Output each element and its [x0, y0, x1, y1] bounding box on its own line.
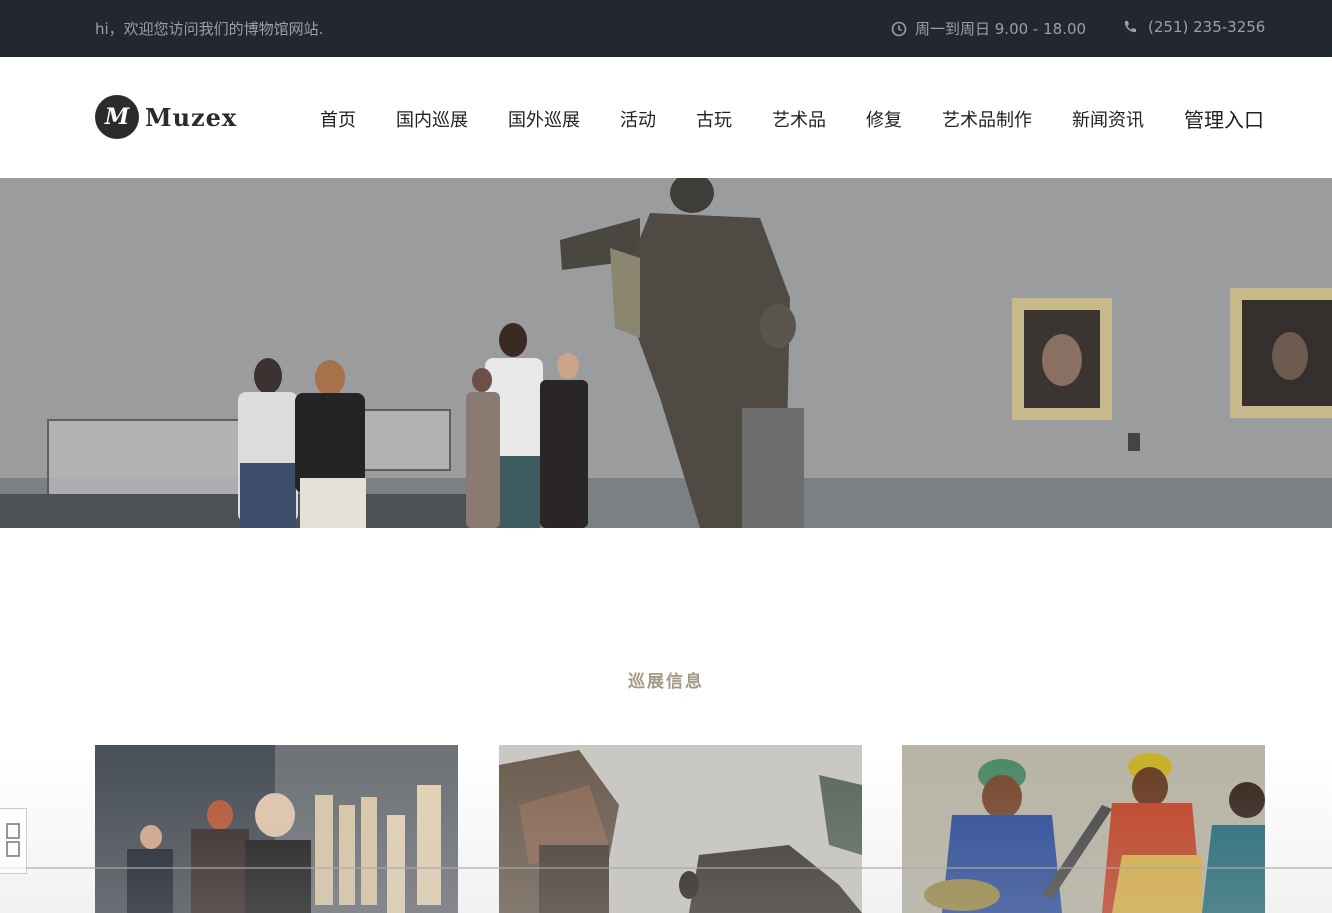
hero-banner	[0, 178, 1332, 528]
exhibition-card-1[interactable]	[95, 745, 458, 913]
nav-item-home[interactable]: 首页	[320, 106, 356, 132]
welcome-text: hi，欢迎您访问我们的博物馆网站.	[95, 20, 324, 38]
exhibition-card-3[interactable]	[902, 745, 1265, 913]
exhibition-card-2[interactable]	[499, 745, 862, 913]
exhibition-card-image	[902, 745, 1265, 913]
phone-number[interactable]: (251) 235-3256	[1148, 18, 1265, 36]
hours-text: 周一到周日 9.00 - 18.00	[915, 20, 1087, 38]
nav-item-news[interactable]: 新闻资讯	[1072, 106, 1144, 132]
top-info-bar: hi，欢迎您访问我们的博物馆网站. 周一到周日 9.00 - 18.00 (25…	[0, 0, 1332, 57]
scroll-line	[0, 867, 1332, 869]
clock-icon	[891, 21, 907, 37]
exhibition-card-image	[95, 745, 458, 913]
nav-item-domestic-tour[interactable]: 国内巡展	[396, 106, 468, 132]
nav-item-artworks[interactable]: 艺术品	[772, 106, 826, 132]
nav-item-art-production[interactable]: 艺术品制作	[942, 106, 1032, 132]
museum-gallery-image	[0, 178, 1332, 528]
opening-hours: 周一到周日 9.00 - 18.00	[891, 18, 1086, 39]
nav-item-admin[interactable]: 管理入口	[1184, 104, 1264, 133]
nav-item-restoration[interactable]: 修复	[866, 106, 902, 132]
main-nav: 首页 国内巡展 国外巡展 活动 古玩 艺术品 修复 艺术品制作 新闻资讯 管理入…	[0, 106, 1332, 132]
side-widget-icon	[4, 820, 22, 863]
exhibition-card-image	[499, 745, 862, 913]
section-title: 巡展信息	[628, 672, 704, 692]
phone-icon	[1122, 19, 1138, 35]
nav-item-antiques[interactable]: 古玩	[696, 106, 732, 132]
nav-item-events[interactable]: 活动	[620, 106, 656, 132]
phone-contact[interactable]: (251) 235-3256	[1122, 18, 1265, 36]
nav-item-overseas-tour[interactable]: 国外巡展	[508, 106, 580, 132]
side-floating-widget[interactable]	[0, 808, 27, 874]
